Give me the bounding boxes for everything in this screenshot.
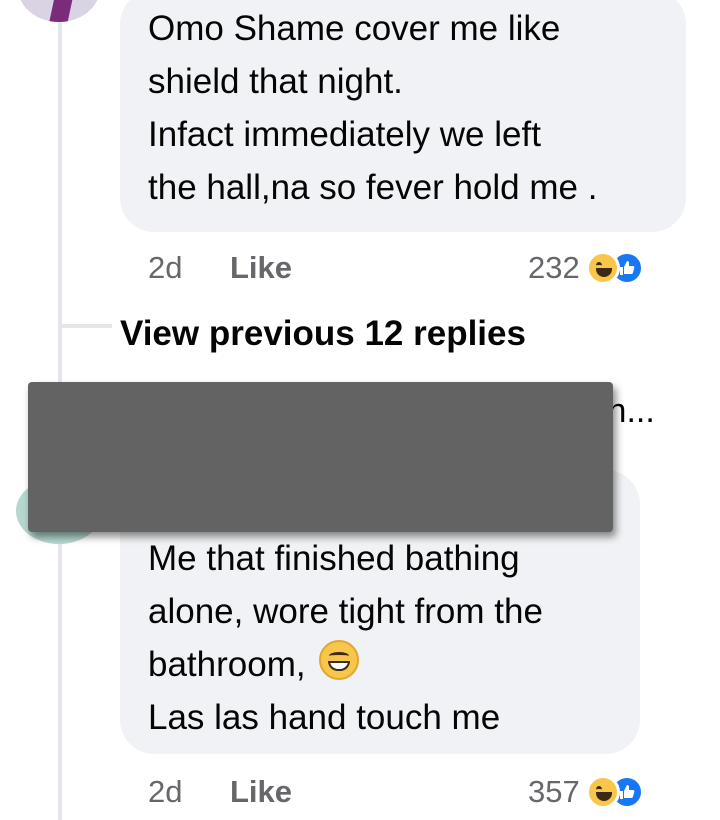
like-button[interactable]: Like [230, 248, 292, 288]
comment-text-fragment: bathroom, [148, 645, 306, 684]
comment-text-line: the hall,na so fever hold me . [148, 168, 598, 207]
haha-reaction-icon [585, 775, 620, 809]
comment-text-line: Omo Shame cover me like [148, 9, 561, 48]
redaction-box [28, 382, 613, 532]
haha-reaction-icon [585, 251, 620, 285]
like-button[interactable]: Like [230, 772, 292, 812]
comment-timestamp: 2d [148, 250, 183, 285]
comment-text-line: bathroom, [148, 638, 612, 691]
comment-text-line: shield that night. [148, 62, 403, 101]
comment-meta: 2d Like [148, 772, 348, 812]
comment-text-line: alone, wore tight from the [148, 592, 543, 631]
thread-branch [60, 324, 112, 328]
avatar-detail [48, 0, 74, 22]
avatar[interactable] [18, 0, 100, 22]
reaction-summary[interactable]: 232 [528, 250, 644, 286]
comment-meta: 2d Like [148, 248, 348, 288]
view-previous-replies-link[interactable]: View previous 12 replies [120, 314, 526, 354]
reaction-count: 357 [528, 774, 580, 809]
comment-text-line: Me that finished bathing [148, 539, 520, 578]
comment-text-line: Las las hand touch me [148, 698, 501, 737]
reaction-summary[interactable]: 357 [528, 774, 644, 810]
comment-timestamp: 2d [148, 774, 183, 809]
comment-text-line: Infact immediately we left [148, 115, 541, 154]
reaction-count: 232 [528, 250, 580, 285]
grinning-face-icon [319, 640, 360, 680]
comment-bubble: Omo Shame cover me like shield that nigh… [120, 0, 686, 232]
